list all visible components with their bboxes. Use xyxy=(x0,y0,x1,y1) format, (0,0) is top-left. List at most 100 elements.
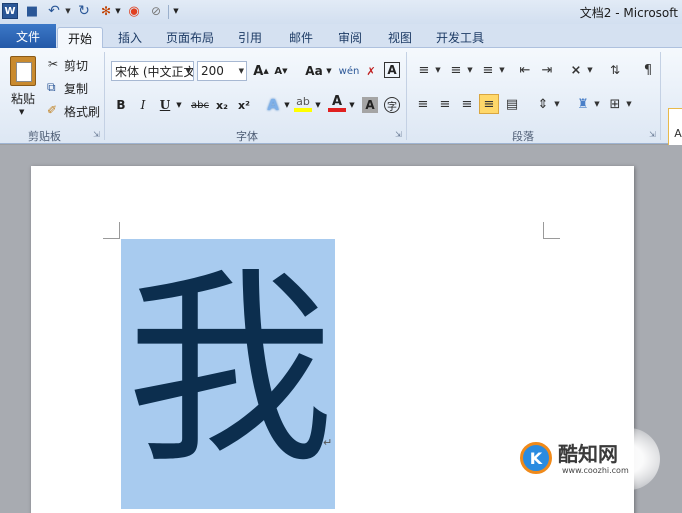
copy-icon[interactable]: ⧉ xyxy=(47,80,56,95)
copy-button[interactable]: 复制 xyxy=(64,80,88,97)
paste-dropdown-icon[interactable]: ▼ xyxy=(19,108,24,116)
chevron-down-icon[interactable]: ▼ xyxy=(186,67,191,75)
group-divider xyxy=(104,52,105,140)
align-left-button[interactable]: ≡ xyxy=(413,94,433,114)
tab-references[interactable]: 引用 xyxy=(230,27,270,48)
window-title: 文档2 - Microsoft xyxy=(579,6,678,20)
shrink-font-button[interactable]: A ▼ xyxy=(272,62,290,80)
font-color-button[interactable]: A xyxy=(328,94,346,112)
font-group-label: 字体 xyxy=(236,130,258,143)
bullets-dropdown-icon[interactable]: ▼ xyxy=(434,60,442,80)
paragraph-group-label: 段落 xyxy=(512,130,534,143)
show-marks-button[interactable]: ¶ xyxy=(638,60,658,80)
paragraph-launcher-icon[interactable]: ⇲ xyxy=(649,130,656,139)
borders-button[interactable]: ⊞ xyxy=(605,94,625,114)
asian-layout-button[interactable]: ⨯ xyxy=(566,60,586,80)
font-color-dropdown-icon[interactable]: ▼ xyxy=(348,96,356,114)
font-size-combo[interactable]: 200 ▼ xyxy=(197,61,247,81)
align-center-button[interactable]: ≡ xyxy=(435,94,455,114)
scissors-icon[interactable]: ✂ xyxy=(48,57,58,71)
paragraph-shading-dropdown-icon[interactable]: ▼ xyxy=(593,94,601,114)
watermark: K 酷知网 www.coozhi.com xyxy=(510,428,660,490)
numbering-button[interactable]: ≡ xyxy=(446,60,466,80)
highlight-dropdown-icon[interactable]: ▼ xyxy=(314,96,322,114)
change-case-button[interactable]: Aa xyxy=(302,62,326,80)
subscript-button[interactable]: x₂ xyxy=(213,96,231,114)
bold-button[interactable]: B xyxy=(112,96,130,114)
font-name-value: 宋体 (中文正文) xyxy=(115,64,194,79)
tab-view[interactable]: 视图 xyxy=(380,27,420,48)
tab-review[interactable]: 审阅 xyxy=(330,27,370,48)
format-dropdown-icon[interactable]: ▼ xyxy=(114,3,122,19)
font-launcher-icon[interactable]: ⇲ xyxy=(395,130,402,139)
font-name-combo[interactable]: 宋体 (中文正文) ▼ xyxy=(111,61,194,81)
format-painter-quick-icon[interactable]: ✻ xyxy=(98,3,114,19)
ribbon-tabs: 文件 开始 插入 页面布局 引用 邮件 审阅 视图 开发工具 xyxy=(0,24,682,49)
redo-icon[interactable]: ↻ xyxy=(76,3,92,19)
group-divider xyxy=(406,52,407,140)
paragraph-mark: ↵ xyxy=(323,436,333,449)
change-case-dropdown-icon[interactable]: ▼ xyxy=(325,62,333,80)
increase-indent-button[interactable]: ⇥ xyxy=(537,60,557,80)
group-divider xyxy=(660,52,661,140)
strikethrough-button[interactable]: abc xyxy=(190,96,210,114)
line-spacing-dropdown-icon[interactable]: ▼ xyxy=(553,94,561,114)
cut-button[interactable]: 剪切 xyxy=(64,57,88,74)
decrease-indent-button[interactable]: ⇤ xyxy=(515,60,535,80)
title-bar: W ■ ↶ ▼ ↻ ✻ ▼ ◉ ⊘ ▼ 文档2 - Microsoft xyxy=(0,0,682,24)
watermark-logo-icon: K xyxy=(520,442,552,474)
character-border-button[interactable]: A xyxy=(384,62,400,78)
tab-developer[interactable]: 开发工具 xyxy=(430,27,490,48)
grow-font-icon: A xyxy=(253,63,264,79)
paste-button[interactable]: 粘贴 xyxy=(11,90,35,107)
save-icon[interactable]: ■ xyxy=(24,3,40,19)
quick-access-separator xyxy=(168,5,170,19)
clipboard-launcher-icon[interactable]: ⇲ xyxy=(93,130,100,139)
asian-layout-dropdown-icon[interactable]: ▼ xyxy=(586,60,594,80)
paragraph-shading-button[interactable]: ♜ xyxy=(573,94,593,114)
multilevel-dropdown-icon[interactable]: ▼ xyxy=(498,60,506,80)
sort-button[interactable]: ⇅ xyxy=(605,60,625,80)
clear-formatting-button[interactable]: ✗ xyxy=(362,62,380,80)
italic-button[interactable]: I xyxy=(134,96,152,114)
text-effects-dropdown-icon[interactable]: ▼ xyxy=(283,96,291,114)
line-spacing-button[interactable]: ⇕ xyxy=(533,94,553,114)
tab-file[interactable]: 文件 xyxy=(0,24,56,48)
clear-icon[interactable]: ⊘ xyxy=(148,3,164,19)
distributed-button[interactable]: ▤ xyxy=(502,94,522,114)
borders-dropdown-icon[interactable]: ▼ xyxy=(625,94,633,114)
paste-icon[interactable] xyxy=(10,56,36,86)
enclose-characters-button[interactable]: 字 xyxy=(384,97,400,113)
highlight-button[interactable]: ab xyxy=(294,94,312,112)
customize-quick-access-icon[interactable]: ▼ xyxy=(172,3,180,19)
justify-button[interactable]: ≡ xyxy=(479,94,499,114)
tab-home[interactable]: 开始 xyxy=(57,27,103,49)
phonetic-guide-button[interactable]: wén xyxy=(339,62,360,80)
margin-corner-mark xyxy=(103,222,120,239)
tab-insert[interactable]: 插入 xyxy=(110,27,150,48)
format-painter-button[interactable]: 格式刷 xyxy=(64,103,100,120)
font-size-value: 200 xyxy=(201,64,224,78)
watermark-url: www.coozhi.com xyxy=(562,466,629,475)
shrink-font-icon: A xyxy=(274,65,283,77)
text-effects-button[interactable]: A xyxy=(264,96,282,114)
word-logo-icon[interactable]: W xyxy=(2,3,18,19)
numbering-dropdown-icon[interactable]: ▼ xyxy=(466,60,474,80)
clipboard-group-label: 剪贴板 xyxy=(28,130,61,143)
underline-dropdown-icon[interactable]: ▼ xyxy=(175,96,183,114)
grow-font-button[interactable]: A ▲ xyxy=(252,62,270,80)
tab-mailings[interactable]: 邮件 xyxy=(281,27,321,48)
document-text[interactable]: 我 xyxy=(123,246,337,496)
chevron-down-icon[interactable]: ▼ xyxy=(239,67,244,75)
superscript-button[interactable]: x² xyxy=(235,96,253,114)
undo-icon[interactable]: ↶ xyxy=(46,3,62,19)
format-painter-icon[interactable]: ✐ xyxy=(47,103,57,117)
character-shading-button[interactable]: A xyxy=(362,97,378,113)
undo-dropdown-icon[interactable]: ▼ xyxy=(64,3,72,19)
underline-button[interactable]: U xyxy=(156,96,174,114)
align-right-button[interactable]: ≡ xyxy=(457,94,477,114)
tab-page-layout[interactable]: 页面布局 xyxy=(160,27,220,48)
color-icon[interactable]: ◉ xyxy=(126,3,142,19)
multilevel-list-button[interactable]: ≡ xyxy=(478,60,498,80)
bullets-button[interactable]: ≡ xyxy=(414,60,434,80)
